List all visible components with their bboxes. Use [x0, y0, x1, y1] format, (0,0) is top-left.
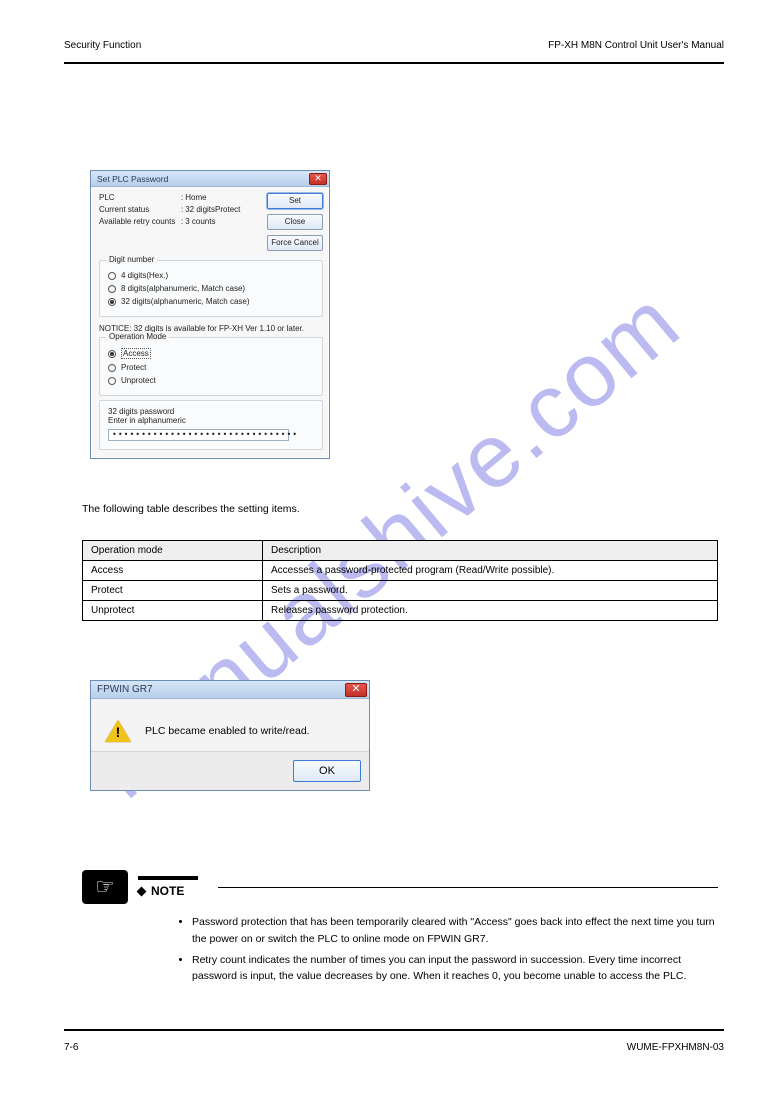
retry-label: Available retry counts — [99, 217, 179, 226]
note-item: Password protection that has been tempor… — [192, 914, 718, 948]
note-body: Password protection that has been tempor… — [138, 914, 718, 985]
digit-number-legend: Digit number — [106, 255, 157, 264]
dialog-titlebar: FPWIN GR7 ✕ — [91, 681, 369, 699]
dialog-titlebar: Set PLC Password ✕ — [91, 171, 329, 187]
header-left: Security Function — [64, 40, 141, 51]
footer-right: WUME-FPXHM8N-03 — [627, 1042, 724, 1053]
close-icon[interactable]: ✕ — [345, 683, 367, 697]
warning-icon: ! — [105, 719, 131, 743]
dialog-message: PLC became enabled to write/read. — [145, 725, 310, 737]
operation-mode-group: Operation Mode Access Protect Unprotect — [99, 337, 323, 396]
radio-icon — [108, 377, 116, 385]
radio-label: 8 digits(alphanumeric, Match case) — [121, 284, 245, 293]
radio-label: Protect — [121, 363, 146, 372]
radio-icon — [108, 298, 116, 306]
fpwin-gr7-dialog: FPWIN GR7 ✕ ! PLC became enabled to writ… — [90, 680, 370, 791]
note-bar — [138, 876, 198, 880]
cell-desc: Releases password protection. — [263, 601, 718, 621]
close-button[interactable]: Close — [267, 214, 323, 230]
radio-protect[interactable]: Protect — [108, 363, 314, 372]
cell-mode: Access — [83, 561, 263, 581]
dialog-title: Set PLC Password — [97, 174, 168, 184]
radio-icon — [108, 350, 116, 358]
radio-4-digits[interactable]: 4 digits(Hex.) — [108, 271, 314, 280]
radio-label: 4 digits(Hex.) — [121, 271, 168, 280]
note-block: ☞ NOTE Password protection that has been… — [82, 870, 718, 989]
radio-icon — [108, 285, 116, 293]
note-item: Retry count indicates the number of time… — [192, 952, 718, 986]
cell-mode: Unprotect — [83, 601, 263, 621]
set-plc-password-dialog: Set PLC Password ✕ PLC : Home Current st… — [90, 170, 330, 459]
cell-desc: Accesses a password-protected program (R… — [263, 561, 718, 581]
digit-number-group: Digit number 4 digits(Hex.) 8 digits(alp… — [99, 260, 323, 317]
radio-icon — [108, 364, 116, 372]
retry-value: 3 counts — [185, 217, 215, 226]
force-cancel-button[interactable]: Force Cancel — [267, 235, 323, 251]
table-header-row: Operation mode Description — [83, 541, 718, 561]
password-input[interactable]: •••••••••••••••••••••••••••••••• — [108, 429, 289, 441]
ok-button[interactable]: OK — [293, 760, 361, 782]
col-mode: Operation mode — [83, 541, 263, 561]
diamond-icon — [137, 886, 147, 896]
radio-8-digits[interactable]: 8 digits(alphanumeric, Match case) — [108, 284, 314, 293]
radio-access[interactable]: Access — [108, 348, 314, 359]
password-title: 32 digits password — [108, 407, 314, 416]
operation-mode-legend: Operation Mode — [106, 332, 169, 341]
dialog-title: FPWIN GR7 — [97, 684, 153, 695]
table-row: Unprotect Releases password protection. — [83, 601, 718, 621]
close-icon[interactable]: ✕ — [309, 173, 327, 185]
radio-label: Unprotect — [121, 376, 156, 385]
status-label: Current status — [99, 205, 179, 214]
password-section: 32 digits password Enter in alphanumeric… — [99, 400, 323, 450]
radio-icon — [108, 272, 116, 280]
pointer-icon: ☞ — [82, 870, 128, 904]
plc-value: Home — [185, 193, 206, 202]
footer-left: 7-6 — [64, 1042, 78, 1053]
note-rule — [218, 887, 718, 888]
table-description: The following table describes the settin… — [82, 503, 682, 515]
password-hint: Enter in alphanumeric — [108, 416, 314, 425]
bottom-rule — [64, 1029, 724, 1031]
col-desc: Description — [263, 541, 718, 561]
radio-unprotect[interactable]: Unprotect — [108, 376, 314, 385]
table-row: Access Accesses a password-protected pro… — [83, 561, 718, 581]
table-row: Protect Sets a password. — [83, 581, 718, 601]
cell-desc: Sets a password. — [263, 581, 718, 601]
note-label: NOTE — [138, 884, 198, 898]
plc-label: PLC — [99, 193, 179, 202]
operation-mode-table: Operation mode Description Access Access… — [82, 540, 718, 621]
top-rule — [64, 62, 724, 64]
cell-mode: Protect — [83, 581, 263, 601]
radio-32-digits[interactable]: 32 digits(alphanumeric, Match case) — [108, 297, 314, 306]
status-value: 32 digitsProtect — [185, 205, 240, 214]
header-right: FP-XH M8N Control Unit User's Manual — [548, 40, 724, 51]
radio-label: 32 digits(alphanumeric, Match case) — [121, 297, 250, 306]
radio-label: Access — [121, 348, 151, 359]
set-button[interactable]: Set — [267, 193, 323, 209]
